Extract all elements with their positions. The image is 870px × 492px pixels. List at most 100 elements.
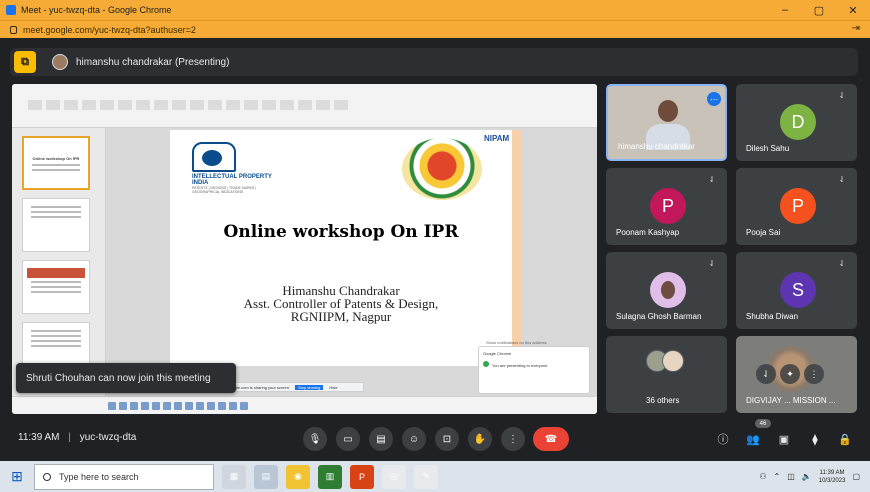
captions-button[interactable]: ▤	[369, 427, 393, 451]
people-button[interactable]: 👥	[744, 430, 762, 448]
inner-taskbar	[108, 399, 458, 413]
ip-india-mark-icon	[192, 142, 236, 172]
slide-presenter-block: Himanshu Chandrakar Asst. Controller of …	[170, 284, 512, 323]
meet-app-icon	[6, 5, 16, 15]
more-options-icon[interactable]: ⋯	[707, 92, 721, 106]
participant-tile-3[interactable]: ⇃ P Poonam Kashyap	[606, 168, 727, 245]
powerpoint-ribbon	[12, 84, 597, 128]
meeting-controls-bar: 11:39 AM | yuc-twzq-dta 🎙 ▭ ▤ ☺ ⊡ ✋ ⋮ ☎ …	[0, 420, 870, 458]
lock-person-icon: 🔒	[838, 433, 852, 446]
raise-hand-button[interactable]: ✋	[468, 427, 492, 451]
avatar-photo	[650, 272, 686, 308]
address-bar[interactable]: meet.google.com/yuc-twzq-dta?authuser=2 …	[0, 20, 870, 38]
participant-tile-1[interactable]: ⋯ himanshu chandrakar	[606, 84, 727, 161]
network-icon[interactable]: ◫	[787, 472, 795, 481]
pin-icon[interactable]: ⇃	[756, 364, 776, 384]
activities-button[interactable]: ⧫	[806, 430, 824, 448]
people-icon: 👥	[746, 433, 760, 446]
mic-off-icon: ⇃	[838, 91, 846, 100]
camera-button[interactable]: ▭	[336, 427, 360, 451]
hand-icon: ✋	[473, 433, 487, 445]
join-notification-toast: Shruti Chouhan can now join this meeting	[16, 363, 236, 393]
camera-icon: ▭	[343, 433, 353, 445]
maximize-button[interactable]: ▢	[802, 0, 836, 20]
presenter-avatar	[52, 54, 68, 70]
task-view-icon[interactable]: ▦	[222, 464, 246, 489]
presenter-org: RGNIIPM, Nagpur	[290, 309, 392, 324]
present-screen-icon[interactable]: ⧉	[14, 51, 36, 73]
others-avatars	[646, 350, 684, 372]
participant-name: DIGVIJAY ... MISSION ...	[746, 396, 836, 405]
chrome-title-bar: Meet - yuc-twzq-dta - Google Chrome – ▢ …	[0, 0, 870, 20]
participant-tile-5[interactable]: ⇃ Sulagna Ghosh Barman	[606, 252, 727, 329]
others-count: 36 others	[646, 396, 680, 405]
slide-thumbnails: Online workshop On IPR	[12, 128, 106, 396]
chrome-notification: Google Chrome You are presenting to ever…	[478, 346, 590, 394]
tile-overlay-controls: ⇃ ✦ ⋮	[756, 364, 824, 384]
lock-icon[interactable]	[10, 25, 17, 34]
participant-name: himanshu chandrakar	[618, 142, 695, 151]
volume-icon[interactable]: 🔈	[802, 472, 812, 481]
host-controls-button[interactable]: 🔒	[836, 430, 854, 448]
notification-text: You are presenting to everyone	[492, 363, 548, 368]
more-options-icon[interactable]: ⋮	[804, 364, 824, 384]
info-icon: ⓘ	[717, 434, 729, 446]
participant-count-badge: 46	[755, 419, 771, 428]
chat-button[interactable]: ▣	[775, 430, 793, 448]
app-icon[interactable]: ✎	[414, 464, 438, 489]
presenting-banner: ⧉ himanshu chandrakar (Presenting)	[10, 48, 858, 76]
emoji-button[interactable]: ☺	[402, 427, 426, 451]
taskbar-search[interactable]: Type here to search	[34, 463, 214, 490]
ip-india-logo: INTELLECTUAL PROPERTY INDIA PATENTS | DE…	[192, 142, 276, 198]
chrome-taskbar-icon[interactable]: ◉	[286, 464, 310, 489]
url-text[interactable]: meet.google.com/yuc-twzq-dta?authuser=2	[23, 25, 196, 35]
participant-tile-2[interactable]: ⇃ D Dilesh Sahu	[736, 84, 857, 161]
chrome-icon-2[interactable]: ◎	[382, 464, 406, 489]
emoji-icon: ☺	[408, 433, 420, 445]
hidden-icons-arrow-icon[interactable]: ⌃	[774, 472, 781, 481]
hide-button[interactable]: Hide	[329, 385, 337, 390]
excel-icon[interactable]: ▥	[318, 464, 342, 489]
mic-off-icon: ⇃	[708, 259, 716, 268]
presenting-label: himanshu chandrakar (Presenting)	[76, 56, 230, 68]
meeting-code: yuc-twzq-dta	[79, 432, 137, 443]
ribbon-tools	[12, 94, 597, 116]
powerpoint-icon[interactable]: P	[350, 464, 374, 489]
present-button[interactable]: ⊡	[435, 427, 459, 451]
notification-center-icon[interactable]: ▢	[852, 472, 860, 481]
microphone-icon: 🎙	[308, 433, 322, 445]
avatar: P	[650, 188, 686, 224]
file-explorer-icon[interactable]: ▤	[254, 464, 278, 489]
thumbnail-title: Online workshop On IPR	[32, 156, 80, 161]
others-tile[interactable]: 36 others	[606, 336, 727, 413]
effects-icon[interactable]: ✦	[780, 364, 800, 384]
meeting-details-button[interactable]: ⓘ	[714, 430, 732, 448]
present-icon: ⊡	[442, 433, 452, 445]
taskbar-clock[interactable]: 11:39 AM 10/3/2023	[819, 469, 846, 485]
minimize-button[interactable]: –	[768, 0, 802, 20]
meeting-info-separator: |	[68, 432, 71, 443]
people-tray-icon[interactable]: ⚇	[759, 472, 766, 481]
chrome-icon	[483, 361, 489, 367]
avatar: S	[780, 272, 816, 308]
cast-icon[interactable]: ⇥	[852, 23, 860, 34]
slide-title: Online workshop On IPR	[223, 222, 459, 242]
current-slide: INTELLECTUAL PROPERTY INDIA PATENTS | DE…	[170, 130, 522, 366]
slide-thumbnail-2	[22, 198, 90, 252]
slide-thumbnail-1: Online workshop On IPR	[22, 136, 90, 190]
participant-tile-8[interactable]: ⇃ ✦ ⋮ DIGVIJAY ... MISSION ...	[736, 336, 857, 413]
participant-tile-6[interactable]: ⇃ S Shubha Diwan	[736, 252, 857, 329]
avatar: D	[780, 104, 816, 140]
participant-tile-4[interactable]: ⇃ P Pooja Sai	[736, 168, 857, 245]
microphone-button[interactable]: 🎙	[303, 427, 327, 451]
leave-call-button[interactable]: ☎	[533, 427, 569, 451]
windows-start-button[interactable]: ⊞	[0, 461, 34, 492]
stop-sharing-button[interactable]: Stop sharing	[294, 384, 324, 390]
chat-icon: ▣	[778, 433, 790, 446]
captions-icon: ▤	[376, 433, 386, 445]
more-options-button[interactable]: ⋮	[501, 427, 525, 451]
windows-logo-icon: ⊞	[11, 468, 23, 484]
slide-thumbnail-3	[22, 260, 90, 314]
close-button[interactable]: ✕	[836, 0, 870, 20]
search-placeholder: Type here to search	[59, 471, 139, 482]
